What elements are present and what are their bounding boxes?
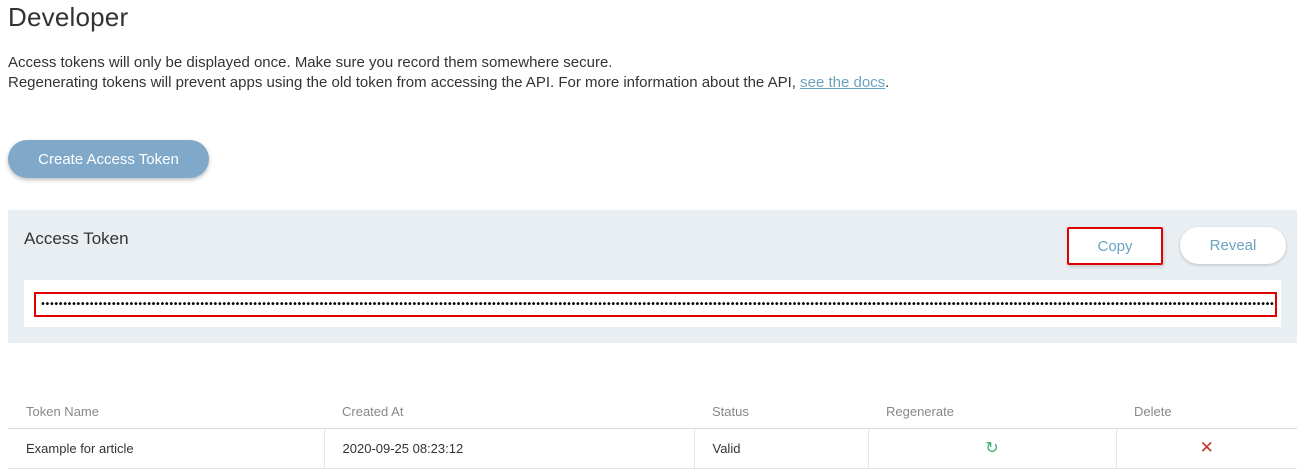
refresh-icon[interactable]: ↻	[985, 438, 998, 458]
copy-button[interactable]: Copy	[1067, 227, 1163, 265]
token-name-cell: Example for article	[8, 428, 325, 469]
table-row: Example for article 2020-09-25 08:23:12 …	[8, 428, 1297, 469]
status-cell: Valid	[694, 428, 869, 469]
token-field-container: ••••••••••••••••••••••••••••••••••••••••…	[24, 280, 1281, 327]
access-token-panel: Access Token Copy Reveal •••••••••••••••…	[8, 210, 1297, 343]
table-header-row: Token Name Created At Status Regenerate …	[8, 396, 1297, 429]
intro-text: Access tokens will only be displayed onc…	[8, 53, 889, 93]
header-token-name: Token Name	[8, 396, 324, 429]
page-title: Developer	[8, 2, 129, 32]
intro-line-2: Regenerating tokens will prevent apps us…	[8, 73, 889, 93]
delete-cell: ✕	[1116, 428, 1297, 469]
header-regenerate: Regenerate	[868, 396, 1116, 429]
tokens-table: Token Name Created At Status Regenerate …	[8, 396, 1297, 469]
intro-line-2-prefix: Regenerating tokens will prevent apps us…	[8, 74, 801, 91]
close-icon[interactable]: ✕	[1200, 438, 1214, 458]
intro-line-1: Access tokens will only be displayed onc…	[8, 54, 613, 71]
header-created-at: Created At	[324, 396, 694, 429]
create-access-token-button[interactable]: Create Access Token	[8, 140, 209, 178]
regenerate-cell: ↻	[868, 428, 1117, 469]
access-token-title: Access Token	[24, 229, 129, 248]
header-status: Status	[694, 396, 868, 429]
docs-link[interactable]: see the docs	[800, 74, 885, 91]
header-delete: Delete	[1116, 396, 1297, 429]
masked-token-field[interactable]: ••••••••••••••••••••••••••••••••••••••••…	[34, 292, 1277, 317]
created-at-cell: 2020-09-25 08:23:12	[324, 428, 695, 469]
reveal-button[interactable]: Reveal	[1180, 227, 1286, 264]
intro-line-2-suffix: .	[885, 74, 890, 91]
